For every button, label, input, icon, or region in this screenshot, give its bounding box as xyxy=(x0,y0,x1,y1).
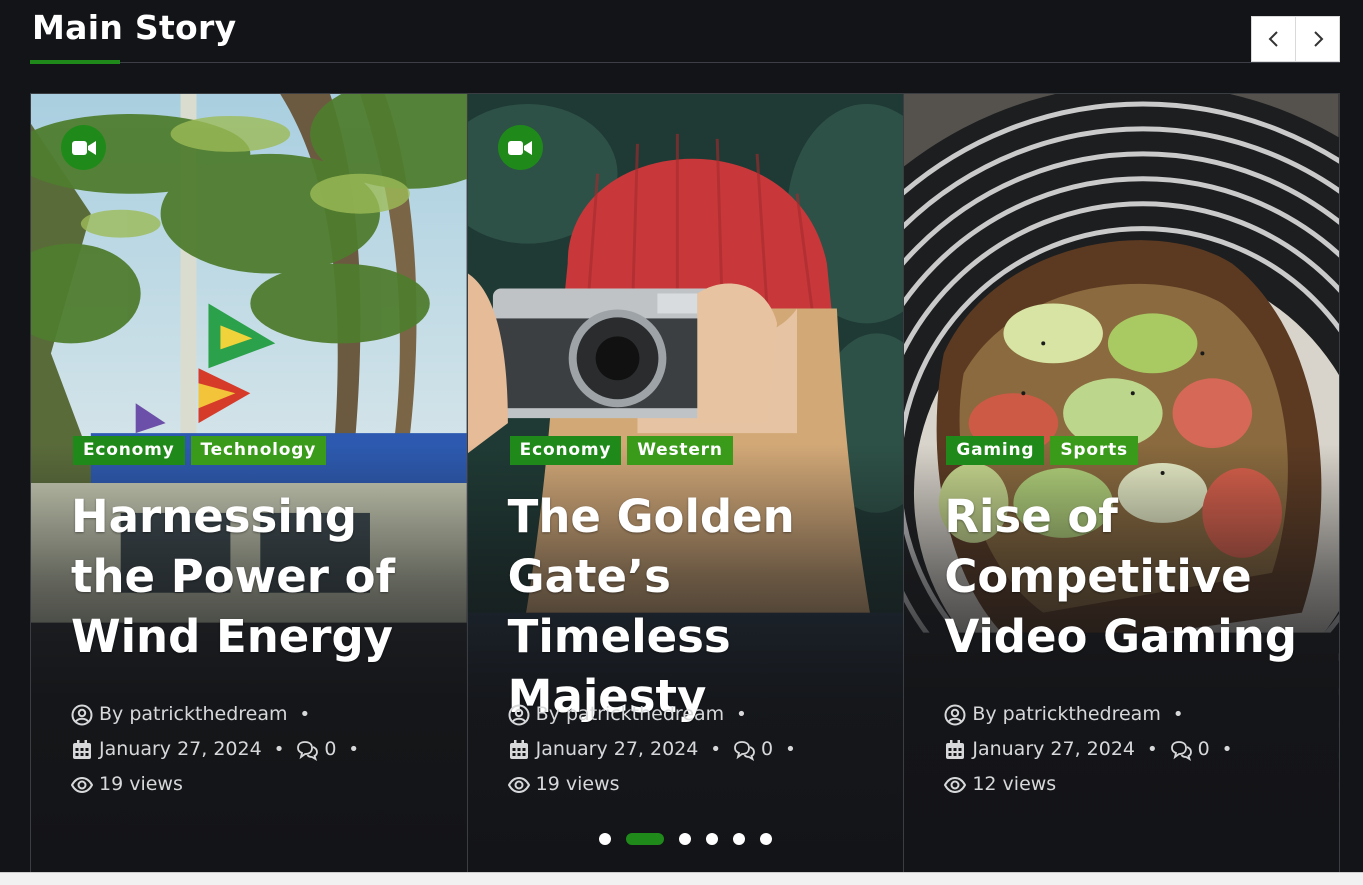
category-tag[interactable]: Sports xyxy=(1050,436,1138,465)
eye-icon xyxy=(944,776,967,793)
category-tags: Gaming Sports xyxy=(946,436,1138,465)
section-title: Main Story xyxy=(32,8,237,47)
author-link[interactable]: By patrickthedream xyxy=(972,697,1161,732)
carousel-nav xyxy=(1251,16,1340,62)
comment-count[interactable]: 0 xyxy=(324,732,336,767)
story-meta: By patrickthedream • January 27, 2024 • … xyxy=(944,697,1324,802)
post-date[interactable]: January 27, 2024 xyxy=(972,732,1135,767)
video-badge xyxy=(61,125,106,170)
next-button[interactable] xyxy=(1295,17,1339,61)
comments-icon xyxy=(734,740,755,761)
eye-icon xyxy=(507,776,530,793)
title-underline xyxy=(30,60,120,64)
video-badge xyxy=(497,125,543,170)
author-link[interactable]: By patrickthedream xyxy=(99,697,288,732)
user-icon xyxy=(944,704,966,725)
pager-dot[interactable] xyxy=(706,833,718,845)
pager-dot[interactable] xyxy=(679,833,691,845)
video-camera-icon xyxy=(71,140,96,155)
pager-dot-active[interactable] xyxy=(626,833,664,845)
category-tag[interactable]: Technology xyxy=(190,436,327,465)
category-tag[interactable]: Gaming xyxy=(946,436,1045,465)
author-link[interactable]: By patrickthedream xyxy=(536,697,725,732)
story-card[interactable]: Economy Western The Golden Gate’s Timele… xyxy=(466,93,904,873)
chevron-left-icon xyxy=(1268,31,1278,47)
comments-icon xyxy=(1170,740,1192,761)
category-tags: Economy Western xyxy=(509,436,733,465)
user-icon xyxy=(508,704,530,725)
calendar-icon xyxy=(946,739,965,759)
calendar-icon xyxy=(73,739,91,759)
story-card[interactable]: Gaming Sports Rise of Competitive Video … xyxy=(903,93,1341,873)
video-camera-icon xyxy=(508,140,533,155)
story-card[interactable]: Economy Technology Harnessing the Power … xyxy=(30,93,467,873)
browser-bottom-bar xyxy=(0,872,1363,885)
pager-dot[interactable] xyxy=(733,833,745,845)
story-meta: By patrickthedream • January 27, 2024 • … xyxy=(507,697,888,802)
post-date[interactable]: January 27, 2024 xyxy=(536,732,699,767)
post-date[interactable]: January 27, 2024 xyxy=(99,732,262,767)
eye-icon xyxy=(71,776,93,793)
prev-button[interactable] xyxy=(1252,17,1295,61)
comment-count[interactable]: 0 xyxy=(761,732,773,767)
category-tag[interactable]: Economy xyxy=(509,436,622,465)
section-header: Main Story xyxy=(30,0,1340,64)
pager-dot[interactable] xyxy=(760,833,772,845)
story-title[interactable]: Rise of Competitive Video Gaming xyxy=(944,487,1324,667)
user-icon xyxy=(71,704,93,725)
calendar-icon xyxy=(509,739,528,759)
category-tag[interactable]: Western xyxy=(627,436,733,465)
pager-dot[interactable] xyxy=(599,833,611,845)
comment-count[interactable]: 0 xyxy=(1198,732,1210,767)
story-carousel: Economy Technology Harnessing the Power … xyxy=(30,93,1341,873)
category-tags: Economy Technology xyxy=(73,436,327,465)
story-title[interactable]: Harnessing the Power of Wind Energy xyxy=(71,487,451,667)
comments-icon xyxy=(297,740,319,761)
view-count: 19 views xyxy=(99,773,183,795)
carousel-pagination xyxy=(599,833,772,845)
category-tag[interactable]: Economy xyxy=(73,436,185,465)
story-meta: By patrickthedream • January 27, 2024 • … xyxy=(71,697,451,802)
view-count: 19 views xyxy=(535,773,620,795)
chevron-right-icon xyxy=(1313,31,1323,47)
story-title[interactable]: The Golden Gate’s Timeless Majesty xyxy=(508,487,888,727)
view-count: 12 views xyxy=(972,773,1057,795)
